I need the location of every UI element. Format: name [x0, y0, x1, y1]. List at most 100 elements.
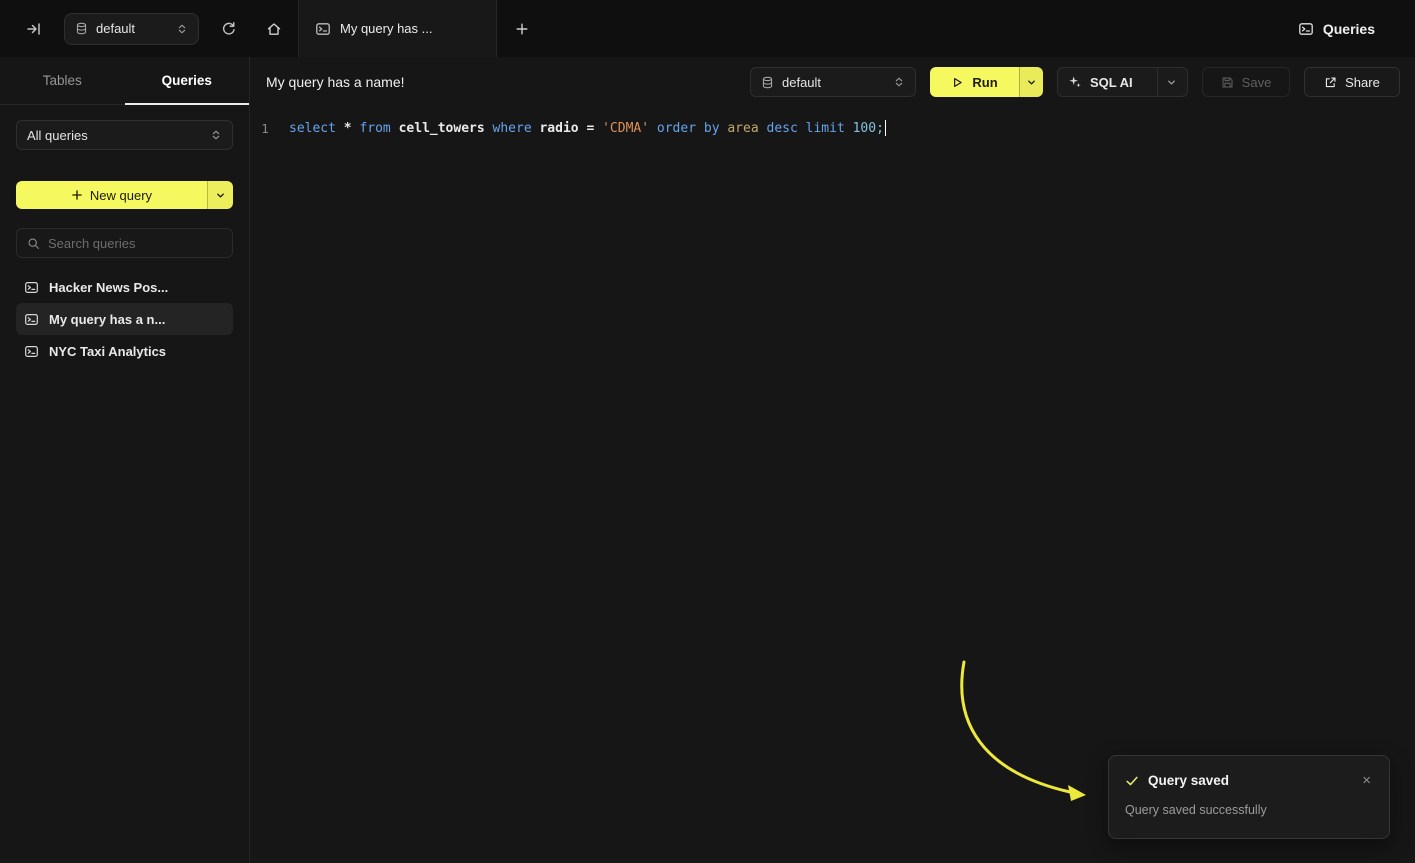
- save-button-label: Save: [1242, 75, 1272, 90]
- editor-tabstrip: My query has ...: [250, 0, 547, 57]
- plus-icon: [71, 189, 83, 201]
- query-item-label: Hacker News Pos...: [49, 280, 168, 295]
- topbar-left-cluster: default: [0, 13, 250, 45]
- sidebar: Tables Queries All queries New query: [0, 57, 250, 863]
- chevron-down-icon: [1026, 77, 1037, 88]
- search-queries-box: [16, 228, 233, 258]
- topbar-database-value: default: [96, 21, 168, 36]
- sql-token-kw: where: [493, 121, 532, 136]
- toast-close-button[interactable]: ×: [1360, 771, 1373, 790]
- check-icon: [1125, 774, 1139, 788]
- save-button[interactable]: Save: [1202, 67, 1290, 97]
- collapse-sidebar-icon: [26, 21, 42, 37]
- new-tab-button[interactable]: [497, 0, 547, 57]
- sql-token-plain: [798, 121, 806, 136]
- sql-editor[interactable]: 1 select * from cell_towers where radio …: [251, 107, 1415, 140]
- sql-ai-label: SQL AI: [1090, 75, 1133, 90]
- query-icon: [24, 344, 39, 359]
- sql-token-num: 100: [853, 121, 876, 136]
- sql-token-ident: cell_towers: [399, 121, 485, 136]
- header-controls: default Run: [750, 67, 1400, 97]
- sidebar-body: All queries New query: [0, 105, 249, 367]
- sql-token-kw: limit: [806, 121, 845, 136]
- run-button-main[interactable]: Run: [930, 67, 1019, 97]
- chevron-updown-icon: [176, 23, 188, 35]
- sql-token-plain: [391, 121, 399, 136]
- queries-filter-select[interactable]: All queries: [16, 120, 233, 150]
- sql-code-line[interactable]: 1 select * from cell_towers where radio …: [251, 116, 1415, 140]
- home-icon: [266, 21, 282, 37]
- sidebar-tabs: Tables Queries: [0, 57, 249, 105]
- play-icon: [951, 76, 964, 89]
- toast-query-saved: Query saved × Query saved successfully: [1108, 755, 1390, 839]
- database-icon: [75, 22, 88, 35]
- new-query-button[interactable]: New query: [16, 181, 233, 209]
- tab-label: My query has ...: [340, 21, 432, 36]
- query-item-label: NYC Taxi Analytics: [49, 344, 166, 359]
- sql-token-op: *: [344, 121, 352, 136]
- plus-icon: [515, 22, 529, 36]
- chevron-updown-icon: [210, 129, 222, 141]
- query-icon: [24, 280, 39, 295]
- sparkle-icon: [1068, 75, 1082, 89]
- text-cursor: [885, 120, 887, 136]
- main-header: My query has a name! default: [251, 57, 1415, 107]
- page-title: My query has a name!: [266, 74, 405, 90]
- query-item-label: My query has a n...: [49, 312, 165, 327]
- topbar-database-select[interactable]: default: [64, 13, 199, 45]
- query-icon: [315, 21, 331, 37]
- main-database-select[interactable]: default: [750, 67, 916, 97]
- run-button[interactable]: Run: [930, 67, 1043, 97]
- sidebar-tab-queries[interactable]: Queries: [125, 57, 250, 104]
- sql-token-kw: from: [359, 121, 390, 136]
- search-queries-input[interactable]: [48, 236, 222, 251]
- line-number: 1: [251, 121, 279, 136]
- chevron-updown-icon: [893, 76, 905, 88]
- topbar-queries-link[interactable]: Queries: [1298, 0, 1375, 57]
- refresh-icon: [221, 21, 236, 36]
- divider: [1157, 68, 1158, 96]
- query-list-item[interactable]: Hacker News Pos...: [16, 271, 233, 303]
- queries-filter-value: All queries: [27, 128, 202, 143]
- save-icon: [1221, 76, 1234, 89]
- run-options-dropdown[interactable]: [1019, 67, 1043, 97]
- sql-ai-button[interactable]: SQL AI: [1057, 67, 1188, 97]
- queries-link-label: Queries: [1323, 21, 1375, 37]
- toast-message: Query saved successfully: [1125, 803, 1373, 817]
- share-button-label: Share: [1345, 75, 1380, 90]
- run-button-label: Run: [972, 75, 997, 90]
- new-query-main[interactable]: New query: [16, 181, 207, 209]
- database-icon: [761, 76, 774, 89]
- chevron-down-icon: [1166, 77, 1177, 88]
- tab-my-query[interactable]: My query has ...: [298, 0, 497, 57]
- sql-token-ident: radio: [539, 121, 578, 136]
- share-button[interactable]: Share: [1304, 67, 1400, 97]
- query-list: Hacker News Pos... My query has a n...: [16, 271, 233, 367]
- query-list-item-selected[interactable]: My query has a n...: [16, 303, 233, 335]
- search-icon: [27, 237, 40, 250]
- sql-token-plain: [336, 121, 344, 136]
- collapse-sidebar-button[interactable]: [22, 17, 46, 41]
- query-list-item[interactable]: NYC Taxi Analytics: [16, 335, 233, 367]
- sidebar-tab-tables[interactable]: Tables: [0, 57, 125, 104]
- query-icon: [24, 312, 39, 327]
- sql-token-str: 'CDMA': [602, 121, 649, 136]
- new-query-label: New query: [90, 188, 152, 203]
- sql-token-kw: order by: [657, 121, 720, 136]
- sql-token-num: ;: [876, 121, 884, 136]
- refresh-button[interactable]: [217, 17, 240, 40]
- new-query-dropdown[interactable]: [207, 181, 233, 209]
- sql-token-field: area: [727, 121, 758, 136]
- toast-header: Query saved ×: [1125, 771, 1373, 790]
- main-area: My query has a name! default: [251, 57, 1415, 863]
- sql-token-plain: [485, 121, 493, 136]
- home-button[interactable]: [250, 0, 298, 57]
- topbar: default: [0, 0, 1415, 57]
- share-icon: [1324, 76, 1337, 89]
- sql-line-tokens: select * from cell_towers where radio = …: [289, 121, 884, 136]
- sql-token-plain: [594, 121, 602, 136]
- sql-token-plain: [759, 121, 767, 136]
- main-database-value: default: [782, 75, 885, 90]
- chevron-down-icon: [215, 190, 226, 201]
- sql-token-kw: desc: [767, 121, 798, 136]
